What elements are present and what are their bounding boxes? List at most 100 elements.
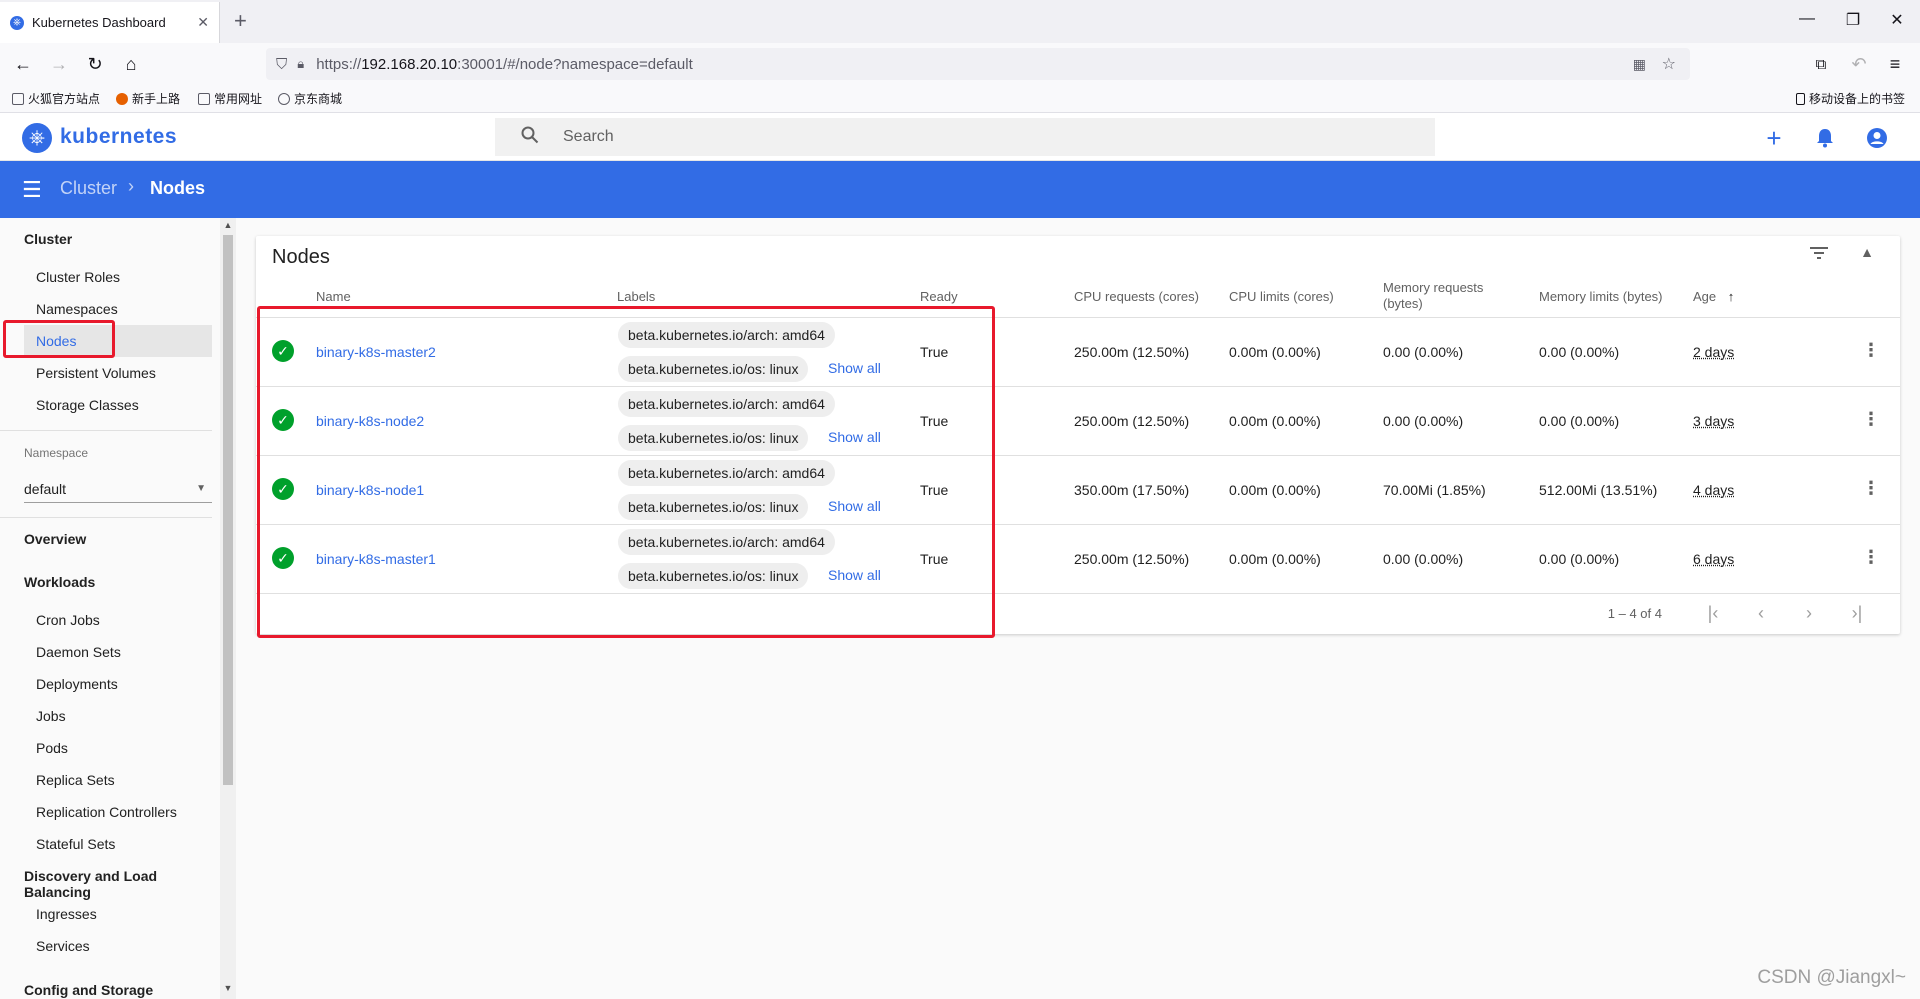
forward-icon[interactable]: → — [44, 49, 74, 79]
sidebar-item-jobs[interactable]: Jobs — [24, 700, 212, 732]
memory-limits-value: 0.00 (0.00%) — [1539, 551, 1620, 567]
restore-icon[interactable]: ❐ — [1838, 10, 1868, 30]
node-name-link[interactable]: binary-k8s-master1 — [316, 551, 436, 567]
bookmark-item[interactable]: 新手上路 — [116, 90, 180, 107]
column-header-cpu-limits: CPU limits (cores) — [1229, 289, 1334, 304]
kubernetes-logo-icon[interactable]: ⎈ — [22, 123, 52, 153]
column-header-ready: Ready — [920, 289, 958, 304]
brand-name[interactable]: kubernetes — [60, 125, 177, 149]
sidebar-item-replica-sets[interactable]: Replica Sets — [24, 764, 212, 796]
age-value[interactable]: 4 days — [1693, 482, 1734, 498]
sidebar-item-overview[interactable]: Overview — [24, 531, 86, 547]
back-icon[interactable]: ← — [8, 49, 38, 79]
bookmark-item[interactable]: 京东商城 — [278, 90, 342, 107]
sidebar-heading-workloads[interactable]: Workloads — [24, 574, 95, 590]
previous-page-icon[interactable]: ‹ — [1746, 600, 1776, 626]
bookmark-star-icon[interactable]: ☆ — [1662, 54, 1676, 74]
app-menu-icon[interactable]: ≡ — [1880, 49, 1910, 79]
sidebar-heading-cluster[interactable]: Cluster — [24, 231, 72, 247]
memory-requests-value: 0.00 (0.00%) — [1383, 413, 1464, 429]
last-page-icon[interactable]: ›| — [1842, 600, 1872, 626]
sidebar-item-nodes[interactable]: Nodes — [24, 325, 212, 357]
sidebar-item-cron-jobs[interactable]: Cron Jobs — [24, 604, 212, 636]
memory-limits-value: 0.00 (0.00%) — [1539, 344, 1620, 360]
column-header-memory-requests: Memory requests (bytes) — [1383, 280, 1483, 312]
more-vert-icon[interactable]: ⋮ — [1862, 409, 1880, 430]
sidebar-item-deployments[interactable]: Deployments — [24, 668, 212, 700]
url-bar[interactable]: ⛉ 🔒︎ https://192.168.20.10:30001/#/node?… — [266, 48, 1690, 80]
browser-tab[interactable]: ⎈ Kubernetes Dashboard ✕ — [0, 2, 220, 43]
column-header-name[interactable]: Name — [316, 289, 351, 305]
memory-requests-value: 0.00 (0.00%) — [1383, 551, 1464, 567]
notifications-bell-icon[interactable] — [1810, 123, 1840, 153]
memory-limits-value: 0.00 (0.00%) — [1539, 413, 1620, 429]
bookmark-label: 新手上路 — [132, 92, 181, 106]
sidebar-item-storage-classes[interactable]: Storage Classes — [24, 389, 212, 421]
age-value[interactable]: 2 days — [1693, 344, 1734, 360]
sidebar-item-pods[interactable]: Pods — [24, 732, 212, 764]
new-tab-icon[interactable]: + — [234, 8, 247, 34]
search-input[interactable] — [563, 128, 1363, 146]
ready-check-icon: ✓ — [272, 547, 294, 569]
account-icon[interactable] — [1862, 123, 1892, 153]
bookmark-label: 火狐官方站点 — [28, 92, 101, 106]
sidebar-item-cluster-roles[interactable]: Cluster Roles — [24, 261, 212, 293]
node-name-link[interactable]: binary-k8s-node2 — [316, 413, 424, 429]
minimize-icon[interactable]: — — [1792, 10, 1822, 28]
namespace-select[interactable]: default ▼ — [24, 475, 212, 503]
show-all-labels-link[interactable]: Show all — [828, 360, 881, 376]
hamburger-menu-icon[interactable]: ☰ — [22, 177, 42, 203]
sidebar-item-namespaces[interactable]: Namespaces — [24, 293, 212, 325]
ready-check-icon: ✓ — [272, 478, 294, 500]
sidebar-item-persistent-volumes[interactable]: Persistent Volumes — [24, 357, 212, 389]
mobile-bookmarks[interactable]: 移动设备上的书签 — [1796, 90, 1905, 107]
tab-title: Kubernetes Dashboard — [32, 15, 166, 30]
more-vert-icon[interactable]: ⋮ — [1862, 547, 1880, 568]
memory-requests-value: 0.00 (0.00%) — [1383, 344, 1464, 360]
sort-ascending-arrow-icon[interactable]: ↑ — [1728, 289, 1735, 304]
sidebar-heading-config-storage[interactable]: Config and Storage — [24, 982, 153, 998]
more-vert-icon[interactable]: ⋮ — [1862, 340, 1880, 361]
breadcrumb-cluster-link[interactable]: Cluster — [60, 178, 117, 199]
filter-icon[interactable] — [1810, 244, 1828, 265]
sidebar-item-daemon-sets[interactable]: Daemon Sets — [24, 636, 212, 668]
age-value[interactable]: 6 days — [1693, 551, 1734, 567]
show-all-labels-link[interactable]: Show all — [828, 429, 881, 445]
node-name-link[interactable]: binary-k8s-master2 — [316, 344, 436, 360]
bookmark-item[interactable]: 火狐官方站点 — [12, 90, 100, 107]
cpu-limits-value: 0.00m (0.00%) — [1229, 413, 1321, 429]
scroll-down-arrow-icon[interactable]: ▼ — [220, 983, 236, 997]
sidebar-item-ingresses[interactable]: Ingresses — [24, 898, 212, 930]
undo-icon[interactable]: ↶ — [1844, 49, 1874, 79]
dropdown-caret-icon: ▼ — [196, 483, 206, 494]
scrollbar-thumb[interactable] — [223, 235, 233, 785]
cpu-requests-value: 250.00m (12.50%) — [1074, 413, 1190, 429]
bookmark-label: 常用网址 — [214, 92, 263, 106]
first-page-icon[interactable]: |‹ — [1698, 600, 1728, 626]
show-all-labels-link[interactable]: Show all — [828, 498, 881, 514]
reload-icon[interactable]: ↻ — [80, 49, 110, 79]
row-divider — [256, 386, 1900, 387]
sidebar-item-replication-controllers[interactable]: Replication Controllers — [24, 796, 212, 828]
qr-code-icon[interactable]: ▦ — [1633, 56, 1646, 73]
age-value[interactable]: 3 days — [1693, 413, 1734, 429]
sidebar-heading-discovery[interactable]: Discovery and Load Balancing — [24, 868, 220, 900]
sidebar-item-services[interactable]: Services — [24, 930, 212, 962]
more-vert-icon[interactable]: ⋮ — [1862, 478, 1880, 499]
home-icon[interactable]: ⌂ — [116, 49, 146, 79]
collapse-arrow-icon[interactable]: ▲ — [1860, 244, 1874, 260]
sidebar-item-stateful-sets[interactable]: Stateful Sets — [24, 828, 212, 860]
column-header-age[interactable]: Age ↑ — [1693, 289, 1734, 305]
create-plus-icon[interactable]: + — [1759, 123, 1789, 153]
close-tab-icon[interactable]: ✕ — [197, 14, 209, 31]
next-page-icon[interactable]: › — [1794, 600, 1824, 626]
screenshot-icon[interactable]: ⧉ — [1806, 49, 1836, 79]
show-all-labels-link[interactable]: Show all — [828, 567, 881, 583]
lock-icon: 🔒︎ — [297, 56, 305, 71]
scroll-up-arrow-icon[interactable]: ▲ — [220, 220, 236, 234]
node-name-link[interactable]: binary-k8s-node1 — [316, 482, 424, 498]
sidebar-scrollbar[interactable]: ▲ ▼ — [220, 218, 236, 999]
bookmark-item[interactable]: 常用网址 — [198, 90, 262, 107]
close-window-icon[interactable]: ✕ — [1882, 10, 1912, 30]
breadcrumb-current: Nodes — [150, 178, 206, 198]
